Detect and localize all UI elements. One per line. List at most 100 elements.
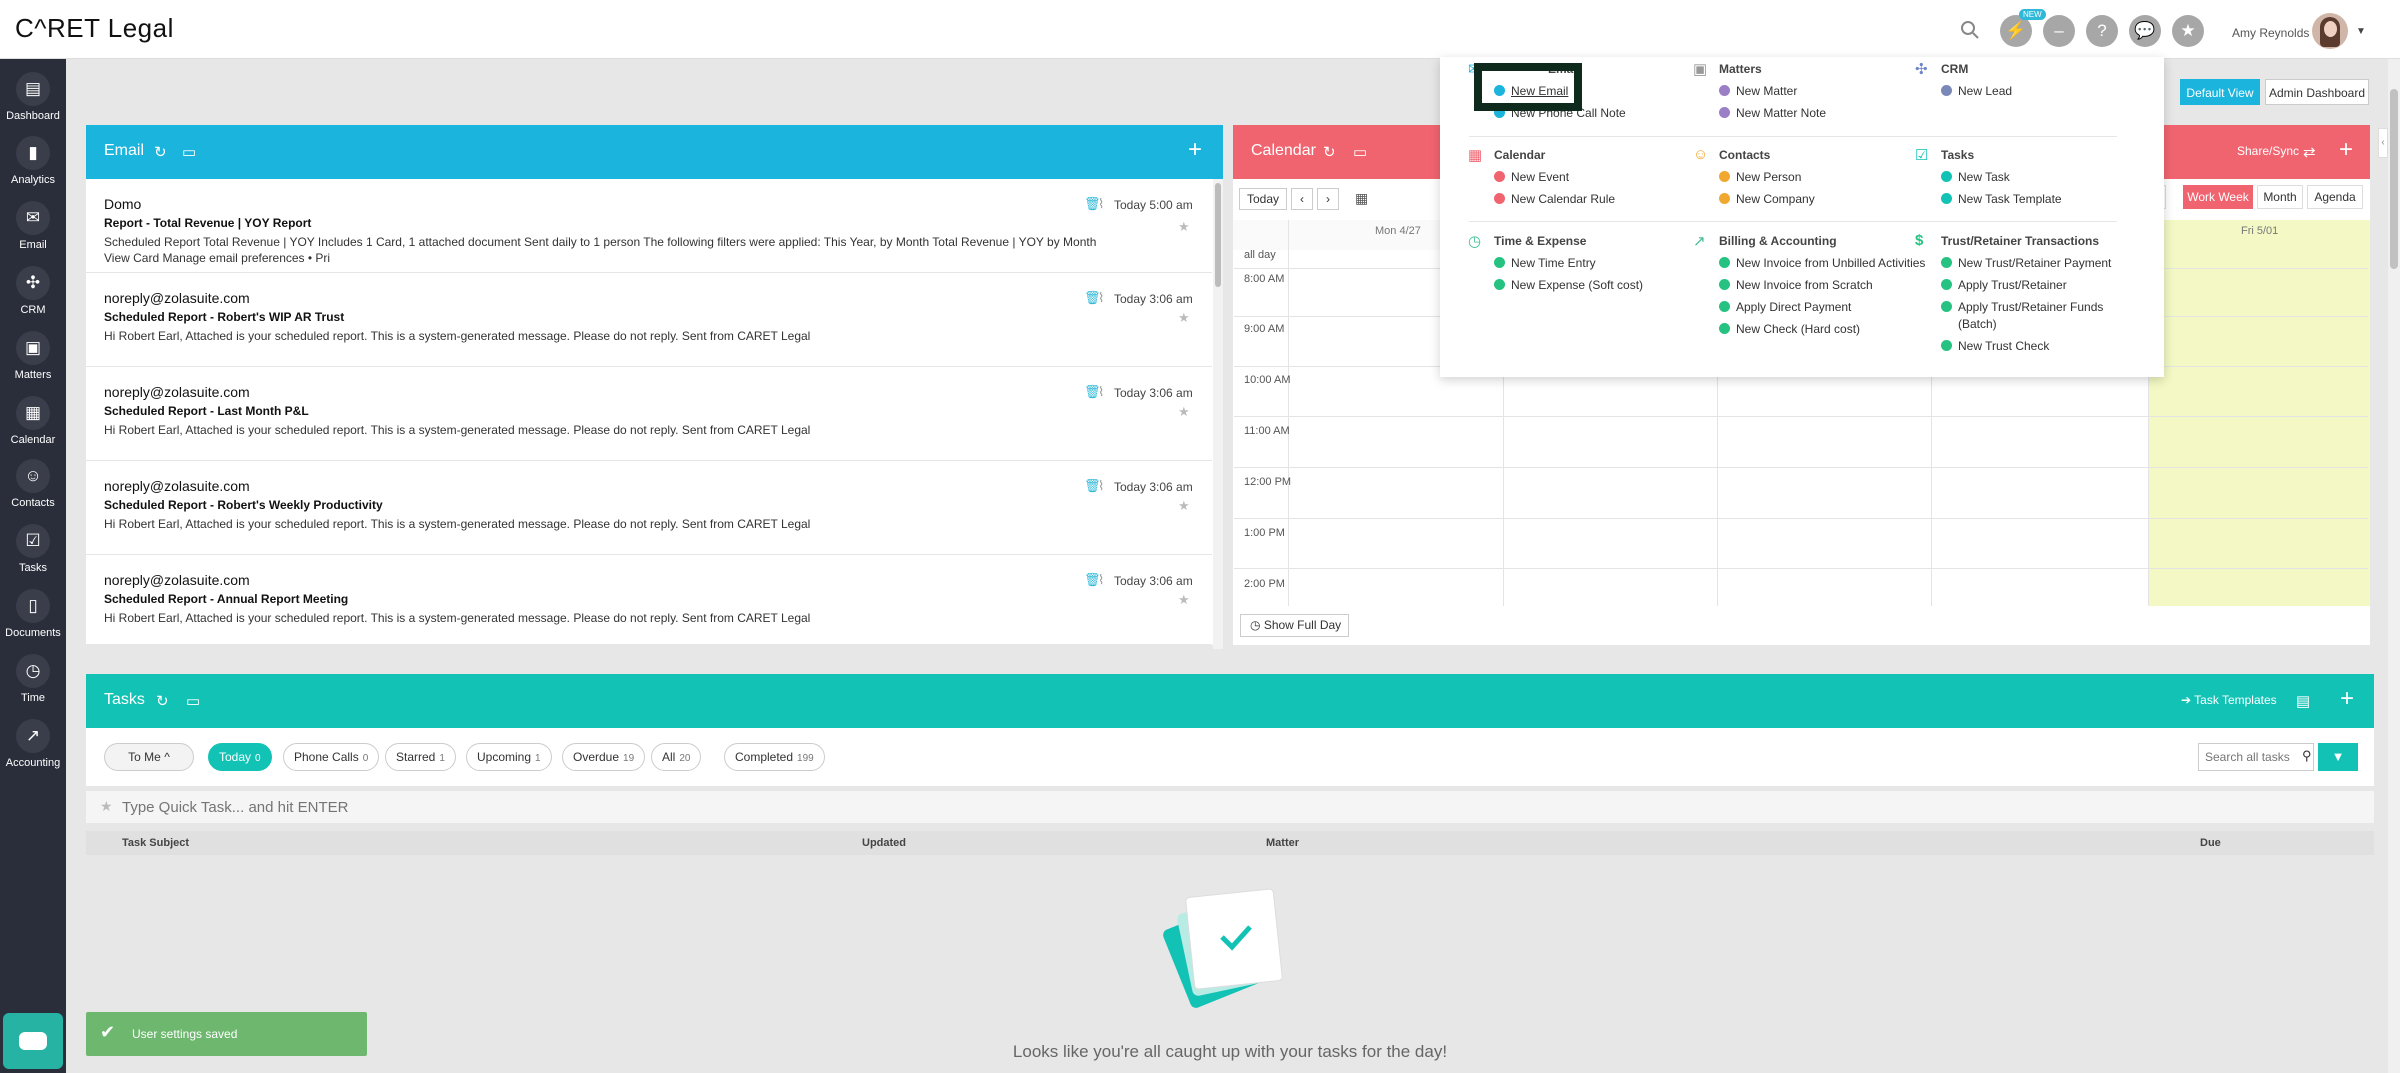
menu-item-new-event[interactable]: New Event [1494,170,1569,184]
sidebar-item-matters[interactable]: ▣ Matters [0,322,66,386]
search-icon[interactable]: ⚲ [2302,748,2312,764]
column-task-subject[interactable]: Task Subject [122,837,189,849]
filter-icon[interactable]: ▼ [2318,743,2358,771]
menu-item-new-invoice-unbilled[interactable]: New Invoice from Unbilled Activities [1719,256,1925,270]
column-due[interactable]: Due [2200,837,2221,849]
chevron-down-icon[interactable]: ▼ [2356,26,2366,37]
column-updated[interactable]: Updated [862,837,906,849]
monitor-icon[interactable]: ▭ [1353,143,1367,161]
menu-item-new-company[interactable]: New Company [1719,192,1815,206]
chevron-right-icon[interactable]: › [1317,188,1339,210]
monitor-icon[interactable]: ▭ [182,143,196,161]
sidebar-item-contacts[interactable]: ☺ Contacts [0,450,66,514]
agenda-view-button[interactable]: Agenda [2307,185,2363,209]
menu-item-new-trust-check[interactable]: New Trust Check [1941,339,2049,353]
sidebar-item-email[interactable]: ✉ Email [0,192,66,256]
filter-overdue[interactable]: Overdue 19 [562,743,646,771]
email-list-item[interactable]: noreply@zolasuite.com Scheduled Report -… [86,367,1212,461]
filter-upcoming[interactable]: Upcoming 1 [466,743,552,771]
star-icon[interactable]: ★ [100,798,113,815]
admin-dashboard-button[interactable]: Admin Dashboard [2265,79,2369,105]
share-sync-link[interactable]: Share/Sync [2237,144,2299,158]
email-preview: Hi Robert Earl, Attached is your schedul… [104,329,811,343]
email-list-item[interactable]: noreply@zolasuite.com Scheduled Report -… [86,461,1212,555]
email-list-item[interactable]: Domo Report - Total Revenue | YOY Report… [86,179,1212,273]
menu-item-new-matter[interactable]: New Matter [1719,84,1797,98]
menu-item-new-time-entry[interactable]: New Time Entry [1494,256,1596,270]
user-name[interactable]: Amy Reynolds [2232,26,2309,40]
email-list-item[interactable]: noreply@zolasuite.com Scheduled Report -… [86,273,1212,367]
email-time: Today 3:06 am [1114,386,1193,400]
menu-item-new-task-template[interactable]: New Task Template [1941,192,2062,206]
add-email-icon[interactable]: + [1188,136,1202,164]
menu-item-new-calendar-rule[interactable]: New Calendar Rule [1494,192,1615,206]
filter-today[interactable]: Today 0 [208,743,272,771]
sync-icon[interactable]: ⇄ [2303,143,2316,161]
menu-item-new-invoice-scratch[interactable]: New Invoice from Scratch [1719,278,1873,292]
menu-item-apply-direct-payment[interactable]: Apply Direct Payment [1719,300,1851,314]
star-icon[interactable]: ★ [1178,498,1190,514]
add-event-icon[interactable]: + [2339,136,2353,164]
chevron-left-icon[interactable]: ‹ [1291,188,1313,210]
work-week-view-button[interactable]: Work Week [2183,185,2253,209]
search-icon[interactable] [1958,18,1982,42]
menu-item-apply-trust[interactable]: Apply Trust/Retainer [1941,278,2067,292]
to-me-dropdown[interactable]: To Me ^ [104,743,194,771]
sidebar-item-tasks[interactable]: ☑ Tasks [0,515,66,579]
column-matter[interactable]: Matter [1266,837,1299,849]
collapse-handle[interactable]: ‹ [2378,128,2388,158]
star-icon[interactable]: ★ [1178,310,1190,326]
monitor-icon[interactable]: ▭ [186,692,200,710]
quick-task-input[interactable] [122,795,722,819]
filter-count: 0 [362,753,369,764]
filter-all[interactable]: All 20 [651,743,702,771]
sidebar-item-time[interactable]: ◷ Time [0,645,66,709]
star-icon[interactable]: ★ [1178,592,1190,608]
email-scrollbar[interactable] [1213,179,1223,649]
chat-icon[interactable]: 💬 [2129,15,2161,47]
menu-item-new-person[interactable]: New Person [1719,170,1801,184]
sidebar-item-calendar[interactable]: ▦ Calendar [0,387,66,451]
menu-item-new-check[interactable]: New Check (Hard cost) [1719,322,1860,336]
chat-widget-button[interactable] [3,1013,63,1069]
menu-item-new-task[interactable]: New Task [1941,170,2010,184]
menu-item-new-expense[interactable]: New Expense (Soft cost) [1494,278,1643,292]
page-scrollbar[interactable] [2388,59,2400,1073]
filter-starred[interactable]: Starred 1 [385,743,456,771]
email-icon: ✉ [16,201,50,235]
email-time: Today 3:06 am [1114,574,1193,588]
sidebar-item-accounting[interactable]: ↗ Accounting [0,710,66,774]
default-view-button[interactable]: Default View [2180,79,2260,105]
avatar[interactable] [2312,13,2348,49]
sidebar-item-dashboard[interactable]: ▤ Dashboard [0,63,66,127]
month-view-button[interactable]: Month [2257,185,2303,209]
export-icon[interactable]: ▤ [2296,692,2310,710]
today-button[interactable]: Today [1239,188,1287,210]
refresh-icon[interactable]: ↻ [154,143,167,161]
add-task-icon[interactable]: + [2340,685,2354,713]
sidebar-item-documents[interactable]: ▯ Documents [0,580,66,644]
show-full-day-button[interactable]: ◷ Show Full Day [1240,614,1349,637]
calendar-picker-icon[interactable]: ▦ [1355,190,1368,207]
star-icon[interactable]: ★ [2172,15,2204,47]
task-templates-link[interactable]: ➔ Task Templates [2181,693,2277,707]
refresh-icon[interactable]: ↻ [1323,143,1336,161]
sidebar-item-crm[interactable]: ✣ CRM [0,257,66,321]
email-list-item[interactable]: noreply@zolasuite.com Scheduled Report -… [86,555,1212,645]
menu-item-new-lead[interactable]: New Lead [1941,84,2012,98]
star-icon[interactable]: ★ [1178,404,1190,420]
menu-item-apply-trust-funds[interactable]: Apply Trust/Retainer Funds [1941,300,2103,314]
star-icon[interactable]: ★ [1178,219,1190,235]
task-search-input[interactable] [2198,743,2314,771]
menu-item-new-matter-note[interactable]: New Matter Note [1719,106,1826,120]
minus-icon[interactable]: – [2043,15,2075,47]
refresh-icon[interactable]: ↻ [156,692,169,710]
filter-completed[interactable]: Completed 199 [724,743,825,771]
app-logo[interactable]: C^RET Legal [15,13,174,44]
email-subject: Scheduled Report - Last Month P&L [104,404,309,418]
sidebar-item-analytics[interactable]: ▮ Analytics [0,127,66,191]
email-subject: Report - Total Revenue | YOY Report [104,216,312,230]
help-icon[interactable]: ? [2086,15,2118,47]
menu-item-new-trust-payment[interactable]: New Trust/Retainer Payment [1941,256,2111,270]
filter-phone-calls[interactable]: Phone Calls 0 [283,743,380,771]
